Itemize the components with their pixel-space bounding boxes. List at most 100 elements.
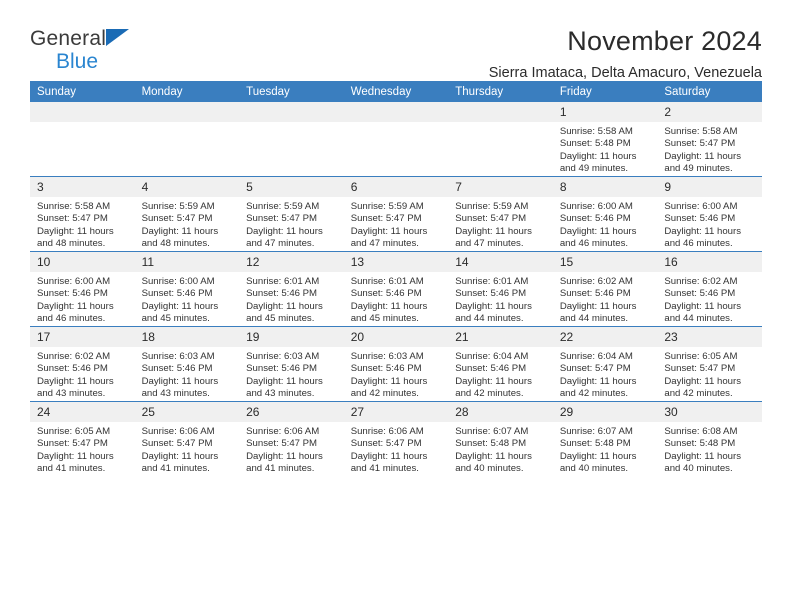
calendar-day-cell[interactable]: 7 Sunrise: 5:59 AM Sunset: 5:47 PM Daylight… (448, 176, 553, 252)
calendar-day-cell[interactable]: 18 Sunrise: 6:03 AM Sunset: 5:46 PM Dayligh… (134, 326, 240, 402)
sunrise-text: Sunrise: 6:01 AM (350, 276, 424, 287)
day-details: Sunrise: 6:00 AM Sunset: 5:46 PM Daylight:… (30, 272, 135, 326)
calendar-table: Sunday Monday Tuesday Wednesday Thursday… (30, 81, 762, 476)
day-cell-inner (448, 102, 553, 176)
sunrise-text: Sunrise: 6:06 AM (246, 426, 320, 437)
day-number: 15 (552, 252, 658, 272)
daylight-text-line1: Daylight: 11 hours (664, 225, 741, 237)
calendar-day-cell[interactable]: 11 Sunrise: 6:00 AM Sunset: 5:46 PM Dayligh… (134, 251, 240, 327)
calendar-day-cell[interactable]: 5 Sunrise: 5:59 AM Sunset: 5:47 PM Daylight… (239, 176, 344, 252)
daylight-text-line1: Daylight: 11 hours (141, 375, 219, 387)
day-number: 14 (448, 252, 553, 272)
calendar-day-cell[interactable]: 23 Sunrise: 6:05 AM Sunset: 5:47 PM Dayligh… (657, 326, 762, 402)
day-details: Sunrise: 6:04 AM Sunset: 5:46 PM Daylight:… (448, 347, 553, 401)
day-number (134, 102, 240, 122)
calendar-day-cell[interactable]: 25 Sunrise: 6:06 AM Sunset: 5:47 PM Dayligh… (134, 401, 240, 476)
day-number: 23 (657, 327, 762, 347)
calendar-week-row: 24 Sunrise: 6:05 AM Sunset: 5:47 PM Dayligh… (30, 401, 762, 476)
calendar-day-cell[interactable]: 6 Sunrise: 5:59 AM Sunset: 5:47 PM Daylight… (343, 176, 449, 252)
day-details: Sunrise: 5:59 AM Sunset: 5:47 PM Daylight:… (344, 197, 449, 251)
day-details: Sunrise: 6:02 AM Sunset: 5:46 PM Daylight:… (30, 347, 135, 401)
calendar-week-row: 17 Sunrise: 6:02 AM Sunset: 5:46 PM Dayligh… (30, 326, 762, 402)
day-number: 2 (657, 102, 762, 122)
daylight-text-line2: and 45 minutes. (246, 313, 315, 325)
calendar-day-cell[interactable]: 13 Sunrise: 6:01 AM Sunset: 5:46 PM Dayligh… (343, 251, 449, 327)
calendar-day-cell[interactable]: 12 Sunrise: 6:01 AM Sunset: 5:46 PM Dayligh… (239, 251, 344, 327)
calendar-day-cell[interactable]: 2 Sunrise: 5:58 AM Sunset: 5:47 PM Daylight… (657, 102, 762, 177)
day-details: Sunrise: 6:06 AM Sunset: 5:47 PM Daylight:… (344, 422, 449, 476)
calendar-day-cell[interactable]: 26 Sunrise: 6:06 AM Sunset: 5:47 PM Dayligh… (239, 401, 344, 476)
day-number: 8 (552, 177, 658, 197)
calendar-body: 1 Sunrise: 5:58 AM Sunset: 5:48 PM Daylight… (30, 102, 762, 476)
day-cell-inner: 22 Sunrise: 6:04 AM Sunset: 5:47 PM Dayligh… (552, 327, 658, 401)
day-details: Sunrise: 6:04 AM Sunset: 5:47 PM Daylight:… (553, 347, 658, 401)
day-number: 13 (343, 252, 449, 272)
calendar-day-cell[interactable]: 27 Sunrise: 6:06 AM Sunset: 5:47 PM Dayligh… (343, 401, 449, 476)
calendar-day-cell[interactable]: 14 Sunrise: 6:01 AM Sunset: 5:46 PM Dayligh… (448, 251, 553, 327)
daylight-text-line1: Daylight: 11 hours (37, 300, 114, 312)
daylight-text-line1: Daylight: 11 hours (246, 450, 323, 462)
day-details: Sunrise: 6:02 AM Sunset: 5:46 PM Daylight:… (553, 272, 658, 326)
calendar-cell-empty (239, 102, 344, 177)
day-details: Sunrise: 5:58 AM Sunset: 5:48 PM Daylight:… (553, 122, 658, 176)
sunrise-text: Sunrise: 6:06 AM (350, 426, 424, 437)
sunrise-text: Sunrise: 6:07 AM (559, 426, 633, 437)
sunset-text: Sunset: 5:46 PM (350, 288, 422, 300)
sunset-text: Sunset: 5:46 PM (664, 288, 736, 300)
daylight-text-line2: and 49 minutes. (559, 163, 629, 175)
daylight-text-line2: and 41 minutes. (350, 463, 419, 475)
sunset-text: Sunset: 5:46 PM (37, 288, 108, 300)
day-number: 24 (30, 402, 135, 422)
day-details: Sunrise: 6:00 AM Sunset: 5:46 PM Daylight:… (657, 197, 762, 251)
calendar-day-cell[interactable]: 4 Sunrise: 5:59 AM Sunset: 5:47 PM Daylight… (134, 176, 240, 252)
day-number: 20 (343, 327, 449, 347)
daylight-text-line1: Daylight: 11 hours (141, 450, 219, 462)
day-number: 28 (448, 402, 553, 422)
sunrise-text: Sunrise: 6:05 AM (664, 351, 738, 362)
sunrise-text: Sunrise: 5:58 AM (37, 201, 111, 212)
sunset-text: Sunset: 5:47 PM (664, 138, 736, 150)
sunrise-text: Sunrise: 6:01 AM (246, 276, 320, 287)
daylight-text-line2: and 40 minutes. (455, 463, 524, 475)
sunset-text: Sunset: 5:48 PM (559, 138, 631, 150)
sunset-text: Sunset: 5:46 PM (455, 288, 527, 300)
calendar-day-cell[interactable]: 24 Sunrise: 6:05 AM Sunset: 5:47 PM Dayligh… (30, 401, 135, 476)
day-cell-inner: 16 Sunrise: 6:02 AM Sunset: 5:46 PM Dayligh… (657, 252, 762, 326)
sunrise-text: Sunrise: 6:06 AM (141, 426, 215, 437)
day-details: Sunrise: 6:03 AM Sunset: 5:46 PM Daylight:… (344, 347, 449, 401)
day-cell-inner: 20 Sunrise: 6:03 AM Sunset: 5:46 PM Dayligh… (343, 327, 449, 401)
weekday-header-tuesday: Tuesday (239, 81, 344, 102)
calendar-week-row: 1 Sunrise: 5:58 AM Sunset: 5:48 PM Daylight… (30, 102, 762, 177)
day-details: Sunrise: 6:00 AM Sunset: 5:46 PM Daylight:… (135, 272, 240, 326)
calendar-day-cell[interactable]: 16 Sunrise: 6:02 AM Sunset: 5:46 PM Dayligh… (657, 251, 762, 327)
weekday-header-wednesday: Wednesday (343, 81, 449, 102)
sunset-text: Sunset: 5:46 PM (559, 213, 631, 225)
daylight-text-line1: Daylight: 11 hours (37, 225, 114, 237)
calendar-day-cell[interactable]: 22 Sunrise: 6:04 AM Sunset: 5:47 PM Dayligh… (552, 326, 658, 402)
sunrise-text: Sunrise: 6:08 AM (664, 426, 738, 437)
calendar-day-cell[interactable]: 17 Sunrise: 6:02 AM Sunset: 5:46 PM Dayligh… (30, 326, 135, 402)
day-number: 7 (448, 177, 553, 197)
day-cell-inner: 15 Sunrise: 6:02 AM Sunset: 5:46 PM Dayligh… (552, 252, 658, 326)
calendar-day-cell[interactable]: 20 Sunrise: 6:03 AM Sunset: 5:46 PM Dayligh… (343, 326, 449, 402)
logo-triangle-icon (106, 29, 129, 46)
day-details: Sunrise: 6:07 AM Sunset: 5:48 PM Daylight:… (448, 422, 553, 476)
calendar-day-cell[interactable]: 3 Sunrise: 5:58 AM Sunset: 5:47 PM Daylight… (30, 176, 135, 252)
day-cell-inner: 6 Sunrise: 5:59 AM Sunset: 5:47 PM Daylight… (343, 177, 449, 251)
daylight-text-line1: Daylight: 11 hours (246, 375, 323, 387)
calendar-day-cell[interactable]: 10 Sunrise: 6:00 AM Sunset: 5:46 PM Dayligh… (30, 251, 135, 327)
calendar-day-cell[interactable]: 8 Sunrise: 6:00 AM Sunset: 5:46 PM Daylight… (552, 176, 658, 252)
day-number: 3 (30, 177, 135, 197)
calendar-day-cell[interactable]: 28 Sunrise: 6:07 AM Sunset: 5:48 PM Dayligh… (448, 401, 553, 476)
day-number: 4 (134, 177, 240, 197)
day-cell-inner (239, 102, 344, 176)
calendar-day-cell[interactable]: 1 Sunrise: 5:58 AM Sunset: 5:48 PM Daylight… (552, 102, 658, 177)
sunrise-text: Sunrise: 5:59 AM (141, 201, 215, 212)
calendar-day-cell[interactable]: 21 Sunrise: 6:04 AM Sunset: 5:46 PM Dayligh… (448, 326, 553, 402)
calendar-day-cell[interactable]: 19 Sunrise: 6:03 AM Sunset: 5:46 PM Dayligh… (239, 326, 344, 402)
calendar-day-cell[interactable]: 29 Sunrise: 6:07 AM Sunset: 5:48 PM Dayligh… (552, 401, 658, 476)
calendar-day-cell[interactable]: 30 Sunrise: 6:08 AM Sunset: 5:48 PM Dayligh… (657, 401, 762, 476)
calendar-day-cell[interactable]: 15 Sunrise: 6:02 AM Sunset: 5:46 PM Dayligh… (552, 251, 658, 327)
calendar-day-cell[interactable]: 9 Sunrise: 6:00 AM Sunset: 5:46 PM Daylight… (657, 176, 762, 252)
day-details: Sunrise: 6:01 AM Sunset: 5:46 PM Daylight:… (344, 272, 449, 326)
